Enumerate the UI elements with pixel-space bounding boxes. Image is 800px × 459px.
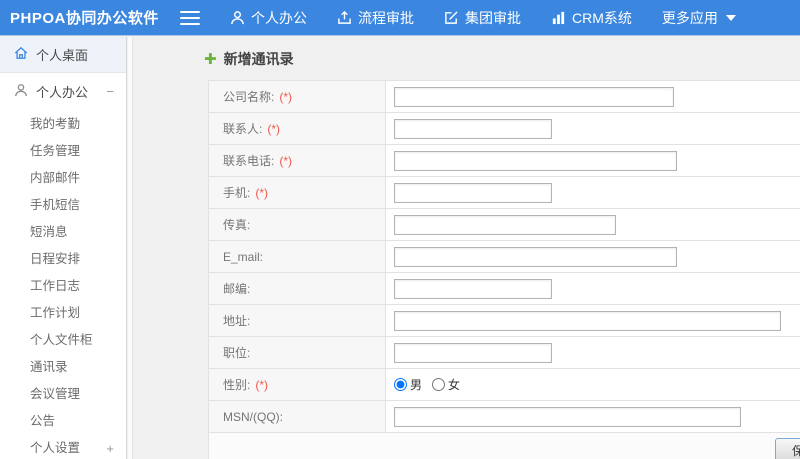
required-mark: (*) <box>279 90 293 104</box>
gender-male-radio[interactable] <box>394 378 407 391</box>
sidebar-item-label: 个人桌面 <box>36 48 89 63</box>
page-title-text: 新增通讯录 <box>223 51 294 67</box>
field-label: 职位: <box>223 346 251 360</box>
top-header: PHPOA协同办公软件 个人办公 流程审批 集团审批 CRM系统 更多应用 <box>0 0 800 36</box>
gender-female-radio[interactable] <box>432 378 446 391</box>
gender-female-option[interactable]: 女 <box>432 376 460 393</box>
page-title: ✚ 新增通讯录 <box>204 49 294 69</box>
nav-label: CRM系统 <box>572 9 632 26</box>
field-label: 联系人: <box>223 122 263 136</box>
sidebar-item-task-management[interactable]: 任务管理 <box>0 138 126 165</box>
nav-personal-office[interactable]: 个人办公 <box>230 8 307 28</box>
sidebar-item-my-attendance[interactable]: 我的考勤 <box>0 111 126 138</box>
sidebar-item-mobile-sms[interactable]: 手机短信 <box>0 192 126 219</box>
collapse-icon[interactable]: − <box>106 84 114 99</box>
form-row-mobile: 手机: (*) <box>208 176 800 209</box>
nav-crm-system[interactable]: CRM系统 <box>551 8 632 28</box>
plus-icon: ✚ <box>204 50 217 68</box>
form-row-gender: 性别: (*) 男 女 <box>208 368 800 401</box>
user-icon <box>230 10 245 25</box>
sidebar-item-label: 个人办公 <box>36 84 89 100</box>
nav-label: 流程审批 <box>358 9 414 26</box>
sidebar-item-short-message[interactable]: 短消息 <box>0 219 126 246</box>
field-label: 传真: <box>223 218 251 232</box>
email-input[interactable] <box>394 246 677 267</box>
field-label: MSN/(QQ): <box>223 409 283 424</box>
main-content: ✚ 新增通讯录 公司名称: (*) 联系人: (*) 联系电话: (*) 手机: (*) <box>134 37 800 459</box>
process-upload-icon <box>337 10 352 25</box>
gender-male-option[interactable]: 男 <box>394 376 422 393</box>
person-icon <box>14 83 28 100</box>
expand-icon[interactable]: + <box>106 435 114 459</box>
field-label: 联系电话: <box>223 154 275 168</box>
sidebar-item-meeting-management[interactable]: 会议管理 <box>0 381 126 408</box>
mobile-input[interactable] <box>394 182 552 203</box>
form-row-position: 职位: <box>208 336 800 369</box>
field-label: E_mail: <box>223 249 264 264</box>
save-button[interactable]: 保存 <box>775 438 800 459</box>
required-mark: (*) <box>267 122 281 136</box>
sidebar-item-address-book[interactable]: 通讯录 <box>0 354 126 381</box>
address-input[interactable] <box>394 310 781 331</box>
contact-person-input[interactable] <box>394 118 552 139</box>
sidebar-item-work-log[interactable]: 工作日志 <box>0 273 126 300</box>
contact-form: 公司名称: (*) 联系人: (*) 联系电话: (*) 手机: (*) 传真: <box>208 80 800 459</box>
required-mark: (*) <box>255 378 269 392</box>
form-row-zip: 邮编: <box>208 272 800 305</box>
sidebar-scrollbar[interactable] <box>128 37 133 459</box>
app-logo: PHPOA协同办公软件 <box>10 10 159 27</box>
field-label: 地址: <box>223 314 251 328</box>
sidebar-item-personal-file-cabinet[interactable]: 个人文件柜 <box>0 327 126 354</box>
field-label: 公司名称: <box>223 90 275 104</box>
gender-radio-group: 男 女 <box>394 376 800 393</box>
field-label: 性别: <box>223 378 251 392</box>
contact-phone-input[interactable] <box>394 150 677 171</box>
sidebar-item-work-plan[interactable]: 工作计划 <box>0 300 126 327</box>
home-icon <box>14 46 28 63</box>
sidebar-item-personal-office[interactable]: 个人办公 − <box>0 73 126 109</box>
msn-qq-input[interactable] <box>394 406 741 427</box>
sidebar-submenu: 我的考勤 任务管理 内部邮件 手机短信 短消息 日程安排 工作日志 工作计划 个… <box>0 111 126 459</box>
sidebar-item-personal-desktop[interactable]: 个人桌面 <box>0 37 126 73</box>
hamburger-menu-icon[interactable] <box>180 10 200 25</box>
sidebar-item-schedule[interactable]: 日程安排 <box>0 246 126 273</box>
form-row-email: E_mail: <box>208 240 800 273</box>
form-row-phone: 联系电话: (*) <box>208 144 800 177</box>
form-footer-row <box>208 432 800 459</box>
zip-code-input[interactable] <box>394 278 552 299</box>
nav-label: 个人办公 <box>251 9 307 26</box>
edit-square-icon <box>444 10 459 25</box>
bar-chart-icon <box>551 10 566 25</box>
top-nav: 个人办公 流程审批 集团审批 CRM系统 更多应用 <box>230 8 736 28</box>
nav-group-approval[interactable]: 集团审批 <box>444 8 521 28</box>
fax-input[interactable] <box>394 214 616 235</box>
field-label: 手机: <box>223 186 251 200</box>
form-row-company: 公司名称: (*) <box>208 80 800 113</box>
position-input[interactable] <box>394 342 552 363</box>
form-row-msn: MSN/(QQ): <box>208 400 800 433</box>
required-mark: (*) <box>279 154 293 168</box>
nav-process-approval[interactable]: 流程审批 <box>337 8 414 28</box>
sidebar-item-internal-mail[interactable]: 内部邮件 <box>0 165 126 192</box>
form-row-address: 地址: <box>208 304 800 337</box>
form-row-contact: 联系人: (*) <box>208 112 800 145</box>
chevron-down-icon <box>725 14 736 21</box>
nav-more-apps[interactable]: 更多应用 <box>662 8 736 28</box>
sidebar: 个人桌面 个人办公 − 我的考勤 任务管理 内部邮件 手机短信 短消息 日程安排… <box>0 37 127 459</box>
company-name-input[interactable] <box>394 86 674 107</box>
field-label: 邮编: <box>223 282 251 296</box>
required-mark: (*) <box>255 186 269 200</box>
nav-label: 更多应用 <box>661 9 718 26</box>
sidebar-item-announcement[interactable]: 公告 <box>0 408 126 435</box>
sidebar-item-personal-settings[interactable]: 个人设置 + <box>0 435 126 459</box>
form-row-fax: 传真: <box>208 208 800 241</box>
nav-label: 集团审批 <box>465 9 521 26</box>
